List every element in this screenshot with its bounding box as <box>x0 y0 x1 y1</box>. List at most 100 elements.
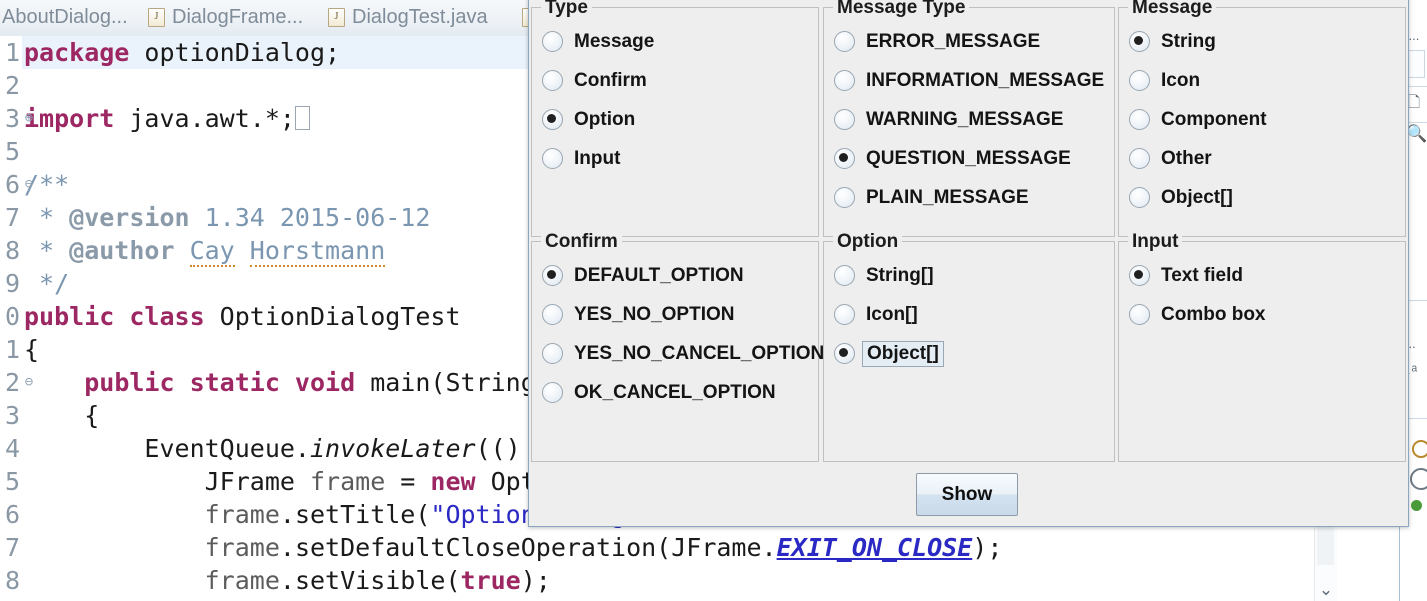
editor-tab[interactable]: J DialogTest.java <box>318 0 498 35</box>
radio-group-message-type: ERROR_MESSAGE INFORMATION_MESSAGE WARNIN… <box>834 22 1110 217</box>
radio-option-string-array[interactable]: String[] <box>834 256 1110 295</box>
line-number: 0 <box>4 302 20 331</box>
editor-tab[interactable]: AboutDialog... <box>0 0 138 35</box>
radio-type-input[interactable]: Input <box>542 139 814 178</box>
radio-indicator[interactable] <box>834 70 855 91</box>
fold-toggle-icon[interactable]: ⊕ <box>22 102 36 135</box>
radio-group-input: Text field Combo box <box>1129 256 1401 334</box>
outline-icon[interactable]: 🗋 <box>1408 92 1420 117</box>
radio-label: QUESTION_MESSAGE <box>866 147 1071 169</box>
radio-input-combo-box[interactable]: Combo box <box>1129 295 1401 334</box>
option-dialog-window: Type Message Confirm Option Input Messag… <box>528 0 1409 527</box>
radio-label: YES_NO_OPTION <box>574 303 735 325</box>
show-button[interactable]: Show <box>916 473 1018 516</box>
java-file-icon: J <box>328 8 345 27</box>
code-line: */ <box>24 269 70 298</box>
radio-indicator[interactable] <box>1129 304 1150 325</box>
code-line: EventQueue.invokeLater(() -> <box>24 434 566 463</box>
radio-option-icon-array[interactable]: Icon[] <box>834 295 1110 334</box>
code-line: * @author Cay Horstmann <box>24 236 386 267</box>
radio-type-confirm[interactable]: Confirm <box>542 61 814 100</box>
radio-indicator[interactable] <box>542 343 563 364</box>
line-number: 6 <box>4 500 20 529</box>
code-line: import java.awt.*; <box>24 102 310 135</box>
radio-message-type-error[interactable]: ERROR_MESSAGE <box>834 22 1110 61</box>
text-cursor <box>294 106 310 130</box>
fold-toggle-icon[interactable]: ⊖ <box>22 168 36 201</box>
radio-group-option: String[] Icon[] Object[] <box>834 256 1110 373</box>
radio-message-string[interactable]: String <box>1129 22 1401 61</box>
line-number: 5 <box>4 137 20 166</box>
group-title: Message Type <box>833 0 970 19</box>
scrollbar-thumb[interactable] <box>1317 525 1334 565</box>
search-icon[interactable]: 🔍 <box>1406 124 1427 144</box>
radio-indicator[interactable] <box>1129 265 1150 286</box>
editor-tab-label: AboutDialog... <box>2 6 128 28</box>
radio-input-text-field[interactable]: Text field <box>1129 256 1401 295</box>
radio-confirm-default-option[interactable]: DEFAULT_OPTION <box>542 256 814 295</box>
radio-message-type-plain[interactable]: PLAIN_MESSAGE <box>834 178 1110 217</box>
line-number: 3 <box>4 401 20 430</box>
radio-label: Other <box>1161 147 1212 169</box>
code-line: frame.setDefaultCloseOperation(JFrame.EX… <box>204 533 1003 562</box>
radio-message-component[interactable]: Component <box>1129 100 1401 139</box>
radio-indicator[interactable] <box>834 31 855 52</box>
radio-indicator[interactable] <box>542 109 563 130</box>
line-number: 8 <box>4 236 20 265</box>
radio-message-icon[interactable]: Icon <box>1129 61 1401 100</box>
radio-indicator[interactable] <box>542 148 563 169</box>
radio-message-object-array[interactable]: Object[] <box>1129 178 1401 217</box>
radio-label: Icon[] <box>866 303 918 325</box>
radio-label: PLAIN_MESSAGE <box>866 186 1029 208</box>
radio-indicator[interactable] <box>542 70 563 91</box>
editor-tab[interactable]: J DialogFrame... <box>138 0 313 35</box>
line-number: 3 <box>4 104 20 133</box>
radio-indicator[interactable] <box>834 148 855 169</box>
group-panel-input: Input Text field Combo box <box>1118 231 1406 462</box>
radio-message-type-information[interactable]: INFORMATION_MESSAGE <box>834 61 1110 100</box>
line-number: 7 <box>4 203 20 232</box>
editor-vertical-scrollbar[interactable]: ⌄ <box>1314 525 1337 601</box>
radio-indicator[interactable] <box>542 382 563 403</box>
code-line: { <box>24 335 40 364</box>
code-line: * @version 1.34 2015-06-12 <box>24 203 431 232</box>
radio-indicator[interactable] <box>1129 148 1150 169</box>
radio-indicator[interactable] <box>542 304 563 325</box>
radio-indicator[interactable] <box>1129 187 1150 208</box>
radio-indicator[interactable] <box>542 265 563 286</box>
radio-message-type-question[interactable]: QUESTION_MESSAGE <box>834 139 1110 178</box>
radio-confirm-ok-cancel-option[interactable]: OK_CANCEL_OPTION <box>542 373 814 412</box>
fold-toggle-icon[interactable]: ⊖ <box>22 366 36 399</box>
radio-indicator[interactable] <box>1129 70 1150 91</box>
status-dot-icon <box>1411 500 1422 511</box>
radio-option-object-array[interactable]: Object[] <box>834 334 1110 373</box>
group-title: Message <box>1128 0 1217 19</box>
chevron-down-icon[interactable]: ⌄ <box>1315 581 1337 599</box>
radio-label: Object[] <box>1161 186 1233 208</box>
radio-message-other[interactable]: Other <box>1129 139 1401 178</box>
radio-label: Combo box <box>1161 303 1266 325</box>
radio-indicator[interactable] <box>834 187 855 208</box>
radio-indicator[interactable] <box>834 265 855 286</box>
radio-indicator[interactable] <box>1129 31 1150 52</box>
line-number: 2 <box>4 71 20 100</box>
group-title: Input <box>1128 231 1183 253</box>
group-panel-option: Option String[] Icon[] Object[] <box>823 231 1115 462</box>
radio-indicator[interactable] <box>834 109 855 130</box>
editor-tab-label: DialogFrame... <box>172 6 304 28</box>
radio-confirm-yes-no-option[interactable]: YES_NO_OPTION <box>542 295 814 334</box>
code-line: package optionDialog; <box>24 38 341 67</box>
radio-indicator[interactable] <box>1129 109 1150 130</box>
radio-indicator[interactable] <box>542 31 563 52</box>
line-number: 4 <box>4 434 20 463</box>
radio-confirm-yes-no-cancel-option[interactable]: YES_NO_CANCEL_OPTION <box>542 334 824 373</box>
radio-label: ERROR_MESSAGE <box>866 30 1041 52</box>
radio-indicator[interactable] <box>834 304 855 325</box>
radio-type-option[interactable]: Option <box>542 100 814 139</box>
radio-message-type-warning[interactable]: WARNING_MESSAGE <box>834 100 1110 139</box>
group-panel-message: Message String Icon Component Other Obje… <box>1118 0 1406 237</box>
radio-indicator[interactable] <box>834 343 855 364</box>
radio-type-message[interactable]: Message <box>542 22 814 61</box>
line-number: 1 <box>4 38 20 67</box>
code-line: public class OptionDialogTest <box>24 302 461 331</box>
